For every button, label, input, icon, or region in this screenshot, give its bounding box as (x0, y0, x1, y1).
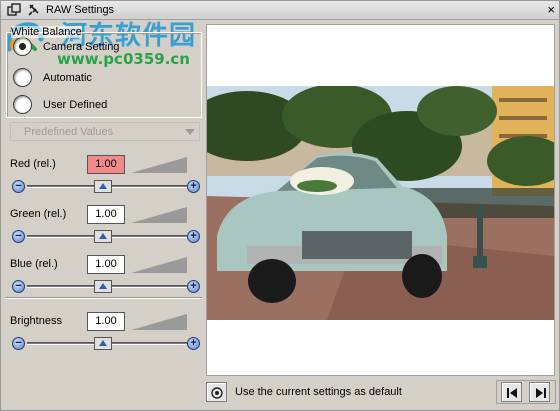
target-icon (211, 387, 223, 399)
increase-button[interactable]: + (187, 280, 200, 293)
radio-label: Camera Setting (43, 41, 120, 53)
green-slider-group: Green (rel.) 1.00 − + (1, 203, 203, 251)
divider (5, 297, 202, 299)
slider-label: Blue (rel.) (10, 258, 58, 270)
default-settings-label: Use the current settings as default (235, 386, 402, 398)
slider-thumb[interactable] (94, 337, 112, 350)
white-balance-title: White Balance (11, 26, 82, 38)
ramp-icon (131, 257, 187, 273)
green-value-input[interactable]: 1.00 (87, 205, 125, 224)
brightness-value-input[interactable]: 1.00 (87, 312, 125, 331)
radio-button-selected[interactable] (13, 37, 32, 56)
radio-button[interactable] (13, 68, 32, 87)
white-balance-group: Camera Setting Automatic User Defined (6, 32, 202, 118)
decrease-button[interactable]: − (12, 280, 25, 293)
slider-thumb[interactable] (94, 280, 112, 293)
slider-thumb[interactable] (94, 230, 112, 243)
preview-pane (206, 24, 555, 376)
restore-icon[interactable] (7, 3, 21, 17)
red-slider-group: Red (rel.) 1.00 − + (1, 153, 203, 201)
last-image-button[interactable] (529, 382, 550, 402)
slider-label: Red (rel.) (10, 158, 56, 170)
blue-slider-group: Blue (rel.) 1.00 − + (1, 253, 203, 301)
ramp-icon (131, 207, 187, 223)
predefined-values-select[interactable]: Predefined Values (10, 122, 200, 141)
pin-icon[interactable] (27, 3, 41, 17)
increase-button[interactable]: + (187, 230, 200, 243)
skip-first-icon (507, 388, 517, 398)
set-default-button[interactable] (206, 382, 227, 402)
blue-value-input[interactable]: 1.00 (87, 255, 125, 274)
decrease-button[interactable]: − (12, 230, 25, 243)
decrease-button[interactable]: − (12, 180, 25, 193)
radio-label: Automatic (43, 72, 92, 84)
ramp-icon (131, 314, 187, 330)
slider-thumb[interactable] (94, 180, 112, 193)
slider-label: Green (rel.) (10, 208, 67, 220)
decrease-button[interactable]: − (12, 337, 25, 350)
increase-button[interactable]: + (187, 180, 200, 193)
raw-settings-window: RAW Settings × 河东软件园 www.pc0359.cn Camer… (0, 0, 560, 411)
brightness-slider-group: Brightness 1.00 − + (1, 310, 203, 358)
preview-photo (207, 86, 554, 320)
increase-button[interactable]: + (187, 337, 200, 350)
first-image-button[interactable] (501, 382, 522, 402)
radio-button[interactable] (13, 95, 32, 114)
close-button[interactable]: × (547, 2, 555, 18)
radio-label: User Defined (43, 99, 108, 111)
ramp-icon (131, 157, 187, 173)
select-value: Predefined Values (24, 126, 114, 138)
skip-last-icon (536, 388, 546, 398)
red-value-input[interactable]: 1.00 (87, 155, 125, 174)
chevron-down-icon[interactable] (185, 129, 195, 135)
slider-label: Brightness (10, 315, 62, 327)
